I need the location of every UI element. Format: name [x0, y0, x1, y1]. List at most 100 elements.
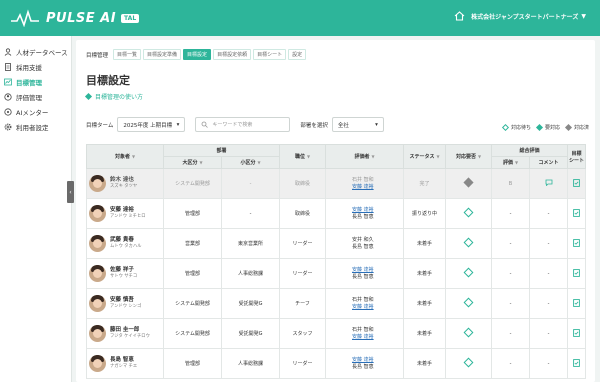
sidebar-collapse-button[interactable]: ‹: [67, 181, 74, 203]
evaluator-1: 安井 和久: [352, 236, 374, 243]
search-input[interactable]: キーワードで検索: [195, 117, 291, 132]
goal-sheet-icon[interactable]: [573, 238, 580, 247]
person-name[interactable]: 長島 智恵: [110, 357, 137, 364]
howto-link[interactable]: 目標管理の使い方: [84, 92, 143, 101]
header-position[interactable]: 職位 ▼: [279, 144, 327, 169]
cell-rating: -: [491, 348, 531, 379]
person-name[interactable]: 武藤 貴春: [110, 237, 141, 244]
goal-sheet-icon[interactable]: [573, 298, 580, 307]
evaluator-1[interactable]: 安藤 達裕: [352, 267, 403, 274]
sort-icon: ▼: [306, 154, 311, 159]
cell-sheet: [567, 318, 587, 349]
person-name[interactable]: 鈴木 達也: [110, 177, 137, 184]
breadcrumb-settings[interactable]: 設定: [288, 49, 307, 60]
term-select[interactable]: 2025年度 上期目標 ▾: [117, 117, 186, 132]
cell-status: 未着手: [403, 288, 447, 319]
table-row[interactable]: 佐藤 祥子 サトウ サチコ 管理部 人事総務課 リーダー 安藤 達裕 長島 智恵 未着手 - -: [86, 258, 587, 289]
evaluator-2[interactable]: 安藤 達裕: [352, 334, 403, 341]
home-icon[interactable]: [454, 11, 465, 21]
evaluator-1[interactable]: 安藤 達裕: [352, 207, 403, 214]
sidebar-item-evaluation[interactable]: 評価管理: [0, 89, 71, 104]
status-pending-icon[interactable]: [463, 357, 474, 368]
breadcrumb-goal-setting[interactable]: 目標設定: [183, 49, 212, 60]
goal-sheet-icon[interactable]: [573, 268, 580, 277]
breadcrumb-goal-sheet[interactable]: 目標シート: [253, 49, 287, 60]
person-name[interactable]: 佐藤 祥子: [110, 267, 137, 274]
evaluator-1[interactable]: 安藤 達裕: [352, 357, 403, 364]
cell-action: [445, 318, 493, 349]
avatar: [89, 235, 106, 252]
cell-position: リーダー: [279, 228, 327, 259]
logo[interactable]: PULSE AI TAL: [10, 9, 140, 27]
header-dept-major[interactable]: 大区分 ▼: [163, 156, 222, 169]
person-name[interactable]: 藤田 圭一郎: [110, 327, 150, 334]
breadcrumb-goal-prep[interactable]: 目標設定準備: [143, 49, 182, 60]
dept-select[interactable]: 全社 ▾: [331, 117, 384, 132]
goal-sheet-icon[interactable]: [573, 358, 580, 367]
cell-status: 未着手: [403, 258, 447, 289]
table-row[interactable]: 武藤 貴春 ムトウ タカハル 営業部 東京営業所 リーダー 安井 和久 長島 智恵 未着手 - -: [86, 228, 587, 259]
legend-done: 対応済: [564, 123, 589, 132]
cell-sheet: [567, 198, 587, 229]
breadcrumb-goal-request[interactable]: 目標設定依頼: [213, 49, 252, 60]
sidebar-item-goal-management[interactable]: 目標管理: [0, 74, 71, 89]
evaluator-2[interactable]: 安藤 達裕: [352, 304, 403, 311]
table-row[interactable]: 安藤 慎吾 アンドウ シンゴ システム開発部 受託開発G チーフ 石井 智和 安藤 達裕 未着…: [86, 288, 587, 319]
status-pending-icon[interactable]: [463, 237, 474, 248]
sidebar-item-ai-mentor[interactable]: AIメンター: [0, 104, 71, 119]
status-pending-icon[interactable]: [463, 327, 474, 338]
table-row[interactable]: 藤田 圭一郎 フジタ ケイイチロウ システム開発部 受託開発G スタッフ 石井 智和 安藤 …: [86, 318, 587, 349]
cell-rating: -: [491, 228, 531, 259]
legend-label: 対応済: [573, 125, 589, 131]
main-panel: 目標管理 目標一覧 目標設定準備 目標設定 目標設定依頼 目標シート 設定 目標…: [76, 40, 595, 382]
comment-icon[interactable]: [545, 179, 553, 187]
sidebar-item-talent-db[interactable]: 人材データベース: [0, 44, 71, 59]
breadcrumb: 目標管理 目標一覧 目標設定準備 目標設定 目標設定依頼 目標シート 設定: [86, 49, 308, 60]
person-name[interactable]: 安藤 慎吾: [110, 297, 141, 304]
breadcrumb-goal-list[interactable]: 目標一覧: [113, 49, 142, 60]
sort-icon: ▼: [199, 160, 203, 165]
cell-comment: -: [529, 198, 569, 229]
cell-subject: 安藤 達裕 アンドウ ミチヒロ: [86, 198, 164, 229]
table-row[interactable]: 鈴木 達也 スズキ タツヤ システム開発部 - 取締役 石井 智和 安藤 達裕 完了 B: [86, 168, 587, 199]
person-name[interactable]: 安藤 達裕: [110, 207, 146, 214]
dept-label: 部署を選択: [300, 122, 328, 129]
header-status[interactable]: ステータス ▼: [403, 144, 447, 169]
header-dept-minor[interactable]: 小区分 ▼: [220, 156, 281, 169]
cell-position: リーダー: [279, 348, 327, 379]
header-dept: 部署: [162, 144, 281, 157]
diamond-icon: [84, 92, 93, 101]
header-evaluator[interactable]: 評価者 ▼: [325, 144, 405, 169]
company-name[interactable]: 株式会社ジャンプスタートパートナーズ: [471, 12, 578, 21]
header-subject[interactable]: 対象者 ▼: [86, 144, 164, 169]
cell-evaluator: 安藤 達裕 長島 智恵: [325, 198, 405, 229]
status-pending-icon[interactable]: [463, 297, 474, 308]
header-action[interactable]: 対応要否 ▼: [445, 144, 493, 169]
header-sheet: 目標 シート: [567, 144, 587, 169]
goal-sheet-icon[interactable]: [573, 208, 580, 217]
goal-sheet-icon[interactable]: [573, 328, 580, 337]
evaluator-2[interactable]: 安藤 達裕: [352, 184, 403, 191]
table-row[interactable]: 安藤 達裕 アンドウ ミチヒロ 管理部 - 取締役 安藤 達裕 長島 智恵 振り返り中 - -: [86, 198, 587, 229]
sidebar-item-user-settings[interactable]: 利用者設定: [0, 119, 71, 134]
cell-subject: 佐藤 祥子 サトウ サチコ: [86, 258, 164, 289]
status-pending-icon[interactable]: [463, 267, 474, 278]
comment-value: -: [547, 300, 550, 307]
logo-text: PULSE AI: [46, 10, 117, 26]
evaluator-1: 石井 智和: [352, 296, 374, 303]
cell-position: リーダー: [279, 258, 327, 289]
company-dropdown-icon[interactable]: ▼: [581, 13, 586, 20]
table-row[interactable]: 長島 智恵 ナガシマ チエ 管理部 人事総務課 リーダー 安藤 達裕 長島 智恵 未着手 - -: [86, 348, 587, 379]
sidebar-item-recruiting[interactable]: 採用支援: [0, 59, 71, 74]
cell-sheet: [567, 258, 587, 289]
cell-subject: 鈴木 達也 スズキ タツヤ: [86, 168, 164, 199]
cell-comment: -: [529, 348, 569, 379]
status-pending-icon[interactable]: [463, 207, 474, 218]
cell-dept-major: 営業部: [163, 228, 222, 259]
avatar: [89, 265, 106, 282]
legend-label: 対応待ち: [510, 125, 531, 131]
goal-sheet-icon[interactable]: [573, 178, 580, 187]
status-done-icon[interactable]: [463, 177, 474, 188]
person-kana: ナガシマ チエ: [110, 364, 138, 369]
header-rating[interactable]: 評価 ▼: [491, 156, 531, 169]
